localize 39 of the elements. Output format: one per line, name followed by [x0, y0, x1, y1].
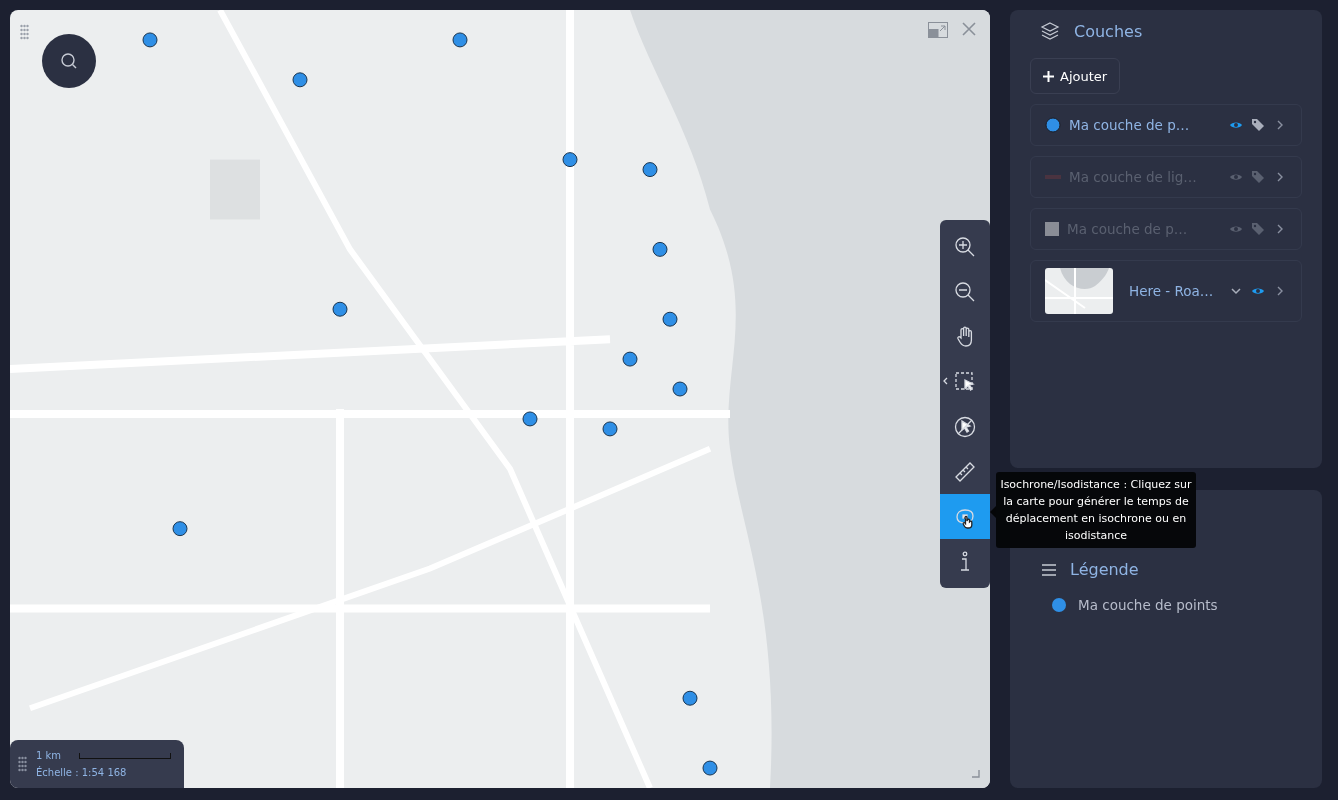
tooltip-pointer-icon: [990, 506, 996, 518]
legend-title: Légende: [1070, 560, 1139, 579]
deselect-icon: [953, 414, 977, 439]
layer-item[interactable]: Here - Roa…: [1030, 260, 1302, 322]
map-marker-icon[interactable]: [642, 162, 658, 178]
map-marker-icon[interactable]: [172, 521, 188, 537]
map-marker-icon[interactable]: [662, 311, 678, 327]
map-marker-icon[interactable]: [682, 690, 698, 706]
map-marker-icon[interactable]: [562, 152, 578, 168]
map-marker-icon[interactable]: [602, 421, 618, 437]
map-marker-icon[interactable]: [652, 241, 668, 257]
search-icon: [60, 52, 78, 70]
drag-handle-icon[interactable]: [18, 756, 27, 772]
drag-handle-icon[interactable]: [20, 24, 29, 40]
zoom-in-icon: [953, 234, 977, 259]
select-icon: [953, 369, 977, 394]
map-marker-icon[interactable]: [332, 301, 348, 317]
scale-distance: 1 km: [36, 750, 62, 761]
layers-icon: [1040, 21, 1060, 41]
map-marker-icon[interactable]: [702, 760, 718, 776]
legend-label: Ma couche de points: [1078, 597, 1218, 613]
map-marker-icon[interactable]: [292, 72, 308, 88]
scale-label: Échelle : 1:54 168: [36, 767, 128, 778]
square-symbol-icon: [1045, 222, 1059, 236]
panel-title: Couches: [1074, 21, 1143, 41]
map-marker-icon[interactable]: [452, 32, 468, 48]
map-marker-icon[interactable]: [672, 381, 688, 397]
caret-icon[interactable]: [943, 377, 948, 385]
layer-item[interactable]: Ma couche de p…: [1030, 104, 1302, 146]
zoom-out-icon: [953, 279, 977, 304]
map-marker-icon[interactable]: [622, 351, 638, 367]
plus-icon: [1043, 70, 1054, 82]
tag-icon[interactable]: [1251, 118, 1265, 132]
tooltip: Isochrone/Isodistance : Cliquez sur la carte pour générer le temps de déplacement en isochrone ou en isodistance: [996, 472, 1196, 548]
map-marker-icon[interactable]: [522, 411, 538, 427]
add-button[interactable]: Ajouter: [1030, 58, 1121, 94]
map-marker-icon[interactable]: [142, 32, 158, 48]
point-symbol-icon: [1045, 117, 1061, 133]
isochrone-tool[interactable]: [940, 494, 990, 539]
